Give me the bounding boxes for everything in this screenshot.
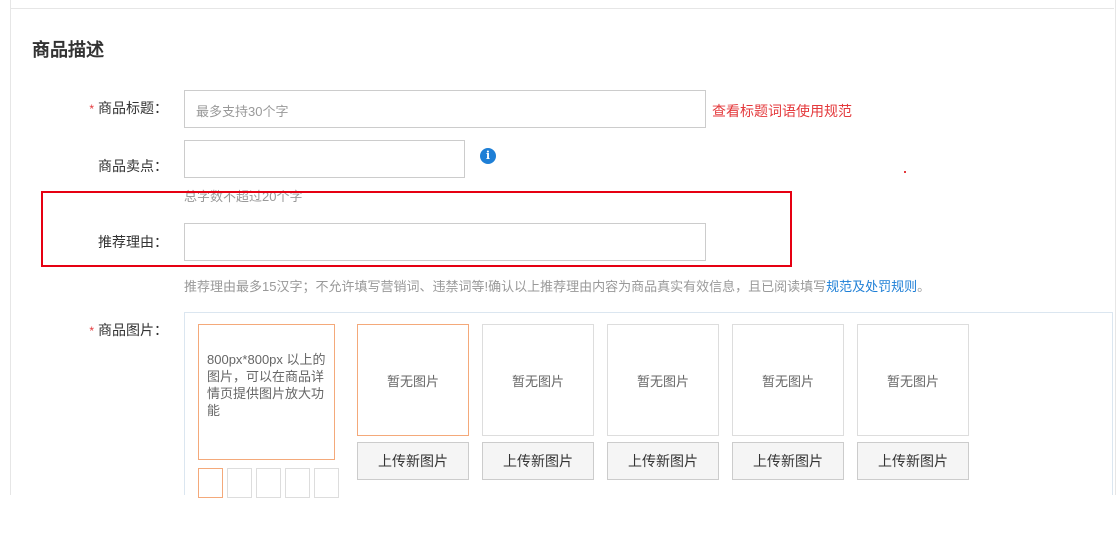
required-mark: * [89,102,94,116]
selling-point-label: 商品卖点： [98,158,168,174]
section-title: 商品描述 [32,40,104,60]
upload-button-5[interactable]: 上传新图片 [857,442,969,480]
empty-image-text: 暂无图片 [386,374,439,389]
selling-point-input[interactable] [184,140,465,178]
thumbnail[interactable] [285,468,310,498]
empty-image-text: 暂无图片 [761,374,814,389]
images-label: * 商品图片： [89,322,168,338]
red-dot [904,171,906,173]
image-slot-4[interactable]: 暂无图片 [732,324,844,436]
thumbnail[interactable] [227,468,252,498]
empty-image-text: 暂无图片 [886,374,939,389]
thumbnail[interactable] [256,468,281,498]
required-mark: * [89,324,94,338]
rules-link[interactable]: 规范及处罚规则 [826,279,917,294]
main-image-box[interactable]: 800px*800px 以上的图片，可以在商品详情页提供图片放大功能 [198,324,335,460]
divider [10,8,1114,9]
reason-hint: 推荐理由最多15汉字；不允许填写营销词、违禁词等!确认以上推荐理由内容为商品真实… [184,279,931,294]
image-slot-1[interactable]: 暂无图片 [357,324,469,436]
title-rules-link[interactable]: 查看标题词语使用规范 [712,101,852,121]
thumbnail[interactable] [314,468,339,498]
empty-image-text: 暂无图片 [636,374,689,389]
upload-button-2[interactable]: 上传新图片 [482,442,594,480]
highlight-box [41,191,792,267]
upload-button-3[interactable]: 上传新图片 [607,442,719,480]
info-icon[interactable]: i [480,148,496,164]
upload-button-4[interactable]: 上传新图片 [732,442,844,480]
title-input[interactable]: 最多支持30个字 [184,90,706,128]
image-slot-3[interactable]: 暂无图片 [607,324,719,436]
image-slot-5[interactable]: 暂无图片 [857,324,969,436]
thumbnail[interactable] [198,468,223,498]
title-label: * 商品标题： [89,100,168,116]
main-image-note: 800px*800px 以上的图片，可以在商品详情页提供图片放大功能 [207,352,326,418]
upload-button-1[interactable]: 上传新图片 [357,442,469,480]
image-slot-2[interactable]: 暂无图片 [482,324,594,436]
title-placeholder: 最多支持30个字 [196,104,289,119]
empty-image-text: 暂无图片 [511,374,564,389]
